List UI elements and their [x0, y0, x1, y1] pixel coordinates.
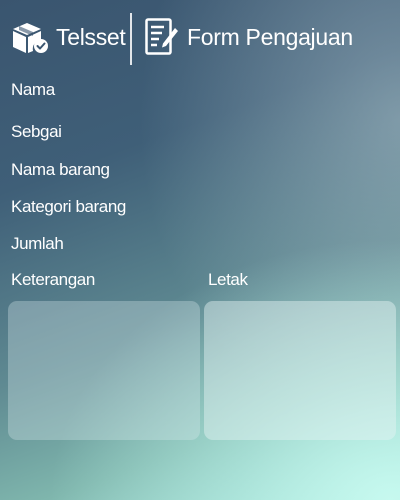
nama-barang-field[interactable]: Nama barang: [11, 160, 110, 180]
letak-label: Letak: [208, 270, 248, 289]
kategori-barang-field[interactable]: Kategori barang: [11, 197, 126, 217]
app-header: Telsset Form Pengajuan: [0, 0, 400, 78]
sebagai-field[interactable]: Sebgai: [11, 122, 62, 142]
keterangan-textarea[interactable]: [8, 301, 200, 440]
keterangan-label: Keterangan: [11, 270, 95, 289]
brand-name: Telsset: [56, 24, 126, 50]
form-edit-icon: [145, 18, 178, 55]
jumlah-field[interactable]: Jumlah: [11, 234, 64, 254]
nama-field[interactable]: Nama: [11, 80, 55, 100]
header-divider: [130, 13, 132, 65]
page-title: Form Pengajuan: [187, 24, 353, 50]
letak-textarea[interactable]: [204, 301, 396, 440]
package-check-icon: [13, 23, 48, 53]
